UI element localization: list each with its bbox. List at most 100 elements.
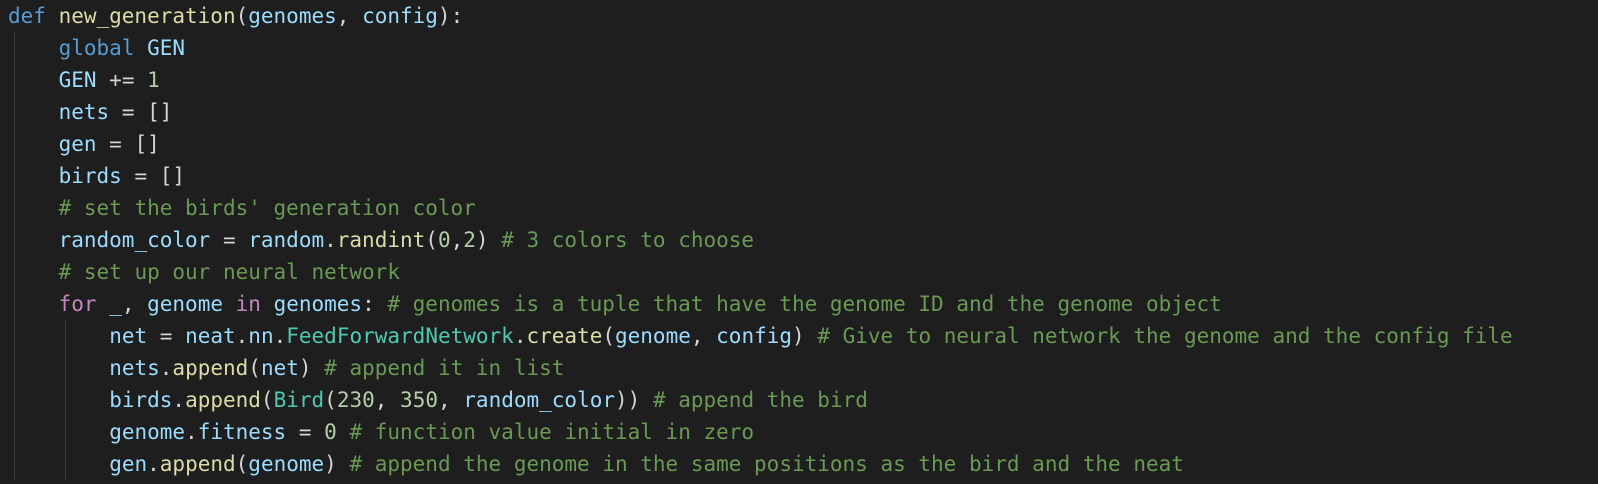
code-token: nets [109,356,160,380]
code-token: # set up our neural network [58,260,400,284]
code-token: # genomes is a tuple that have the genom… [387,292,1222,316]
code-token: ( [235,4,249,28]
code-token: gen [58,132,97,156]
code-token: random_color [58,228,211,252]
code-line[interactable]: # set the birds' generation color [59,192,476,224]
code-token: fitness [197,420,287,444]
code-token: in [222,292,274,316]
code-token: , [121,292,148,316]
code-token: # function value initial in zero [349,420,755,444]
code-line[interactable]: birds = [] [59,160,185,192]
code-token: GEN [58,68,97,92]
code-token: : [362,292,388,316]
code-token: # Give to neural network the genome and … [817,324,1513,348]
code-token: gen [109,452,148,476]
code-line[interactable]: nets.append(net) # append it in list [109,352,564,384]
code-token: , [450,228,464,252]
code-token: . [324,228,337,252]
code-token: append [159,452,236,476]
code-token: net [260,356,299,380]
code-token: = [] [109,100,173,124]
code-token: . [513,324,527,348]
code-token: ( [324,388,337,412]
code-token: = [] [121,164,186,188]
code-token: net [109,324,148,348]
indent-guide-2 [64,320,66,480]
code-token: = [210,228,249,252]
code-token: 1 [147,68,160,92]
code-token: config [362,4,438,28]
code-token: 0 [437,228,451,252]
code-token: birds [109,388,173,412]
code-token: . [273,324,287,348]
code-token: ( [425,228,438,252]
code-line[interactable]: def new_generation(genomes, config): [8,0,463,32]
code-token: # append the genome in the same position… [349,452,1184,476]
code-token: 2 [463,228,476,252]
code-token: ) [298,356,325,380]
code-token: . [159,356,173,380]
code-token: # 3 colors to choose [501,228,755,252]
code-token: ( [260,388,274,412]
code-token: 0 [324,420,337,444]
code-token: , [437,388,464,412]
code-line[interactable]: global GEN [59,32,185,64]
code-editor[interactable]: def new_generation(genomes, config): glob… [0,0,1598,484]
code-line[interactable]: GEN += 1 [59,64,160,96]
code-token: ) [475,228,502,252]
code-token: append [172,356,249,380]
code-token: ): [437,4,464,28]
code-token: random_color [463,388,615,412]
code-token: . [172,388,186,412]
code-token: # append it in list [324,356,565,380]
code-token: birds [58,164,122,188]
code-line[interactable]: random_color = random.randint(0,2) # 3 c… [59,224,754,256]
code-line[interactable]: birds.append(Bird(230, 350, random_color… [109,384,868,416]
code-token: GEN [147,36,186,60]
code-token: , [374,388,401,412]
indent-guide-1 [14,32,15,480]
code-line[interactable]: gen.append(genome) # append the genome i… [109,448,1184,480]
code-token: nn [248,324,274,348]
code-token: neat [185,324,236,348]
code-token: = [286,420,325,444]
code-token: = [] [96,132,160,156]
code-token: 230 [336,388,375,412]
code-token: , [336,4,363,28]
code-token: ( [248,356,261,380]
code-token: append [185,388,261,412]
code-token: FeedForwardNetwork [286,324,514,348]
code-token: create [526,324,603,348]
code-token: . [235,324,249,348]
code-token: genome [109,420,186,444]
code-token: , [690,324,717,348]
code-line[interactable]: nets = [] [59,96,173,128]
code-token: 350 [400,388,438,412]
code-line[interactable]: gen = [] [59,128,160,160]
code-token: += [96,68,148,92]
code-line[interactable]: genome.fitness = 0 # function value init… [109,416,754,448]
code-token: ) [324,452,350,476]
code-token: ) [792,324,818,348]
code-line[interactable]: net = neat.nn.FeedForwardNetwork.create(… [109,320,1513,352]
code-token: genomes [273,292,363,316]
code-token: random [248,228,325,252]
code-line[interactable]: # set up our neural network [59,256,400,288]
code-token: _ [109,292,122,316]
code-token: nets [58,100,110,124]
code-token: . [147,452,160,476]
code-token: config [716,324,793,348]
code-token: global [58,36,148,60]
code-token: randint [336,228,426,252]
code-token: ( [235,452,249,476]
code-token: . [185,420,198,444]
code-token: for [58,292,110,316]
code-token: genome [248,452,325,476]
code-token: new_generation [58,4,236,28]
code-token: )) [615,388,653,412]
code-token: = [147,324,186,348]
code-line[interactable]: for _, genome in genomes: # genomes is a… [59,288,1222,320]
code-token: genomes [248,4,337,28]
code-token: genome [147,292,223,316]
code-token: # set the birds' generation color [58,196,476,220]
